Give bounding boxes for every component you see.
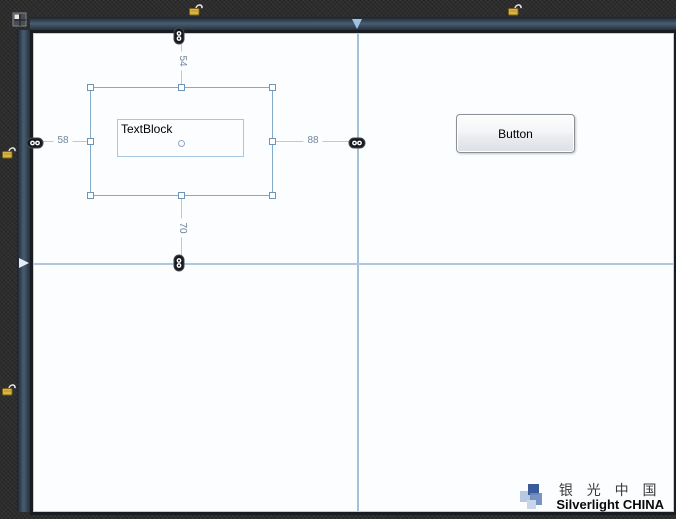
resize-handle-e[interactable] bbox=[269, 138, 276, 145]
margin-bottom-label: 70 bbox=[176, 218, 188, 238]
grid-row-line[interactable] bbox=[34, 263, 673, 265]
column2-unlock-icon[interactable] bbox=[507, 1, 524, 17]
resize-handle-w[interactable] bbox=[87, 138, 94, 145]
grid-column-line[interactable] bbox=[357, 34, 359, 511]
watermark: 银 光 中 国 Silverlight CHINA bbox=[520, 483, 664, 512]
resize-handle-ne[interactable] bbox=[269, 84, 276, 91]
margin-top-label: 54 bbox=[176, 51, 188, 71]
textblock-control[interactable]: TextBlock bbox=[117, 119, 244, 157]
anchor-chain-left-icon[interactable] bbox=[26, 136, 44, 149]
resize-handle-nw[interactable] bbox=[87, 84, 94, 91]
grid-mode-icon[interactable] bbox=[12, 12, 28, 28]
gridline-marker-left-icon[interactable] bbox=[19, 258, 29, 268]
resize-handle-se[interactable] bbox=[269, 192, 276, 199]
center-anchor-dot bbox=[178, 140, 185, 147]
gridline-marker-top-icon[interactable] bbox=[352, 19, 362, 29]
row2-unlock-icon[interactable] bbox=[1, 381, 18, 397]
watermark-english-text: Silverlight CHINA bbox=[556, 497, 664, 512]
margin-right-label: 88 bbox=[303, 135, 323, 147]
watermark-chinese-text: 银 光 中 国 bbox=[558, 482, 662, 498]
anchor-chain-right-icon[interactable] bbox=[348, 136, 366, 149]
button-control[interactable]: Button bbox=[456, 114, 575, 153]
vertical-ruler[interactable] bbox=[17, 30, 30, 512]
margin-left-label: 58 bbox=[53, 135, 73, 147]
column1-unlock-icon[interactable] bbox=[188, 1, 205, 17]
resize-handle-s[interactable] bbox=[178, 192, 185, 199]
resize-handle-sw[interactable] bbox=[87, 192, 94, 199]
design-surface: 54 58 88 70 TextBlock Button 银 光 中 国 Sil… bbox=[0, 0, 676, 519]
anchor-chain-bottom-icon[interactable] bbox=[173, 254, 187, 272]
silverlight-china-logo bbox=[520, 484, 547, 511]
anchor-chain-top-icon[interactable] bbox=[173, 27, 187, 45]
row1-unlock-icon[interactable] bbox=[1, 144, 18, 160]
resize-handle-n[interactable] bbox=[178, 84, 185, 91]
